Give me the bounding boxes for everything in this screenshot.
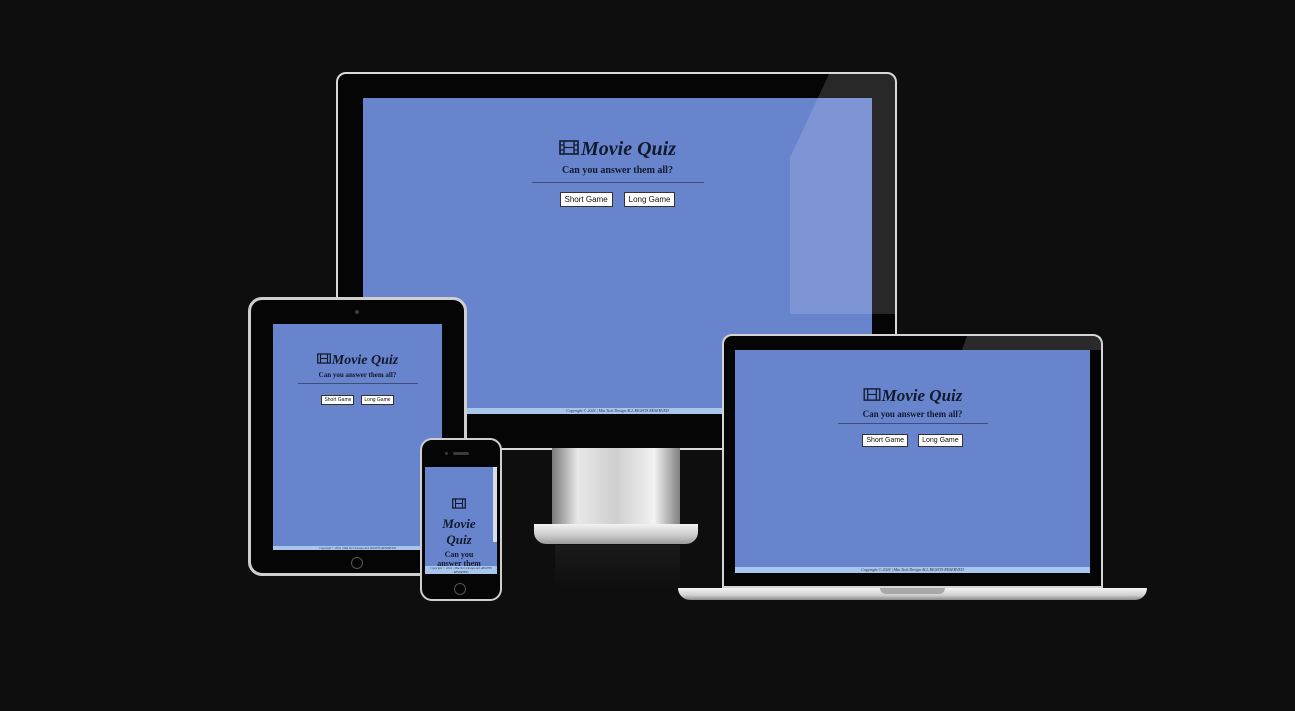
title-text: Movie Quiz [331, 353, 399, 368]
film-icon [452, 498, 466, 509]
page-title: Movie Quiz [735, 386, 1090, 406]
footer: Copyright © 2024 | Mia Tech Design ALL R… [735, 567, 1090, 573]
film-icon [863, 388, 881, 401]
film-icon [559, 140, 579, 155]
short-game-button[interactable]: Short Game [321, 395, 355, 405]
short-game-button[interactable]: Short Game [862, 434, 909, 447]
divider [297, 383, 418, 384]
page-title: Movie Quiz [442, 516, 476, 547]
film-icon-wrap [425, 496, 493, 514]
monitor-stand-foot [534, 524, 698, 544]
phone-scrollbar[interactable] [493, 467, 497, 542]
footer: Copyright © 2024 | Mia Tech Design ALL R… [425, 566, 497, 574]
monitor-reflection [555, 545, 680, 590]
phone-screen: Movie Quiz Can you answer them Copyright… [425, 467, 497, 574]
film-icon [316, 353, 331, 364]
page-subtitle: Can you answer them all? [318, 371, 397, 379]
page-title: Movie Quiz [363, 138, 872, 161]
page-title: Movie Quiz [273, 353, 442, 369]
responsive-mockup: Movie Quiz Can you answer them all? Shor… [0, 0, 1295, 711]
tablet-screen: Movie Quiz Can you answer them all? Shor… [273, 324, 442, 550]
laptop-notch [880, 588, 945, 594]
tablet-home-button [351, 557, 363, 569]
long-game-button[interactable]: Long Game [918, 434, 963, 447]
monitor-stand-neck [552, 448, 680, 528]
title-text: Movie Quiz [581, 138, 676, 160]
page-subtitle: Can you answer them all? [862, 409, 963, 419]
laptop-screen: Movie Quiz Can you answer them all? Shor… [735, 350, 1090, 573]
phone-camera [445, 452, 448, 455]
short-game-button[interactable]: Short Game [559, 192, 613, 207]
divider [531, 182, 704, 183]
footer: Copyright © 2024 | Mia Tech Design ALL R… [273, 546, 442, 550]
divider [837, 423, 988, 424]
long-game-button[interactable]: Long Game [623, 192, 676, 207]
phone-home-button [454, 583, 466, 595]
page-subtitle: Can you answer them all? [562, 165, 673, 176]
phone-speaker [453, 452, 469, 455]
tablet-camera [355, 310, 359, 314]
long-game-button[interactable]: Long Game [361, 395, 394, 405]
title-text: Movie Quiz [881, 386, 963, 405]
